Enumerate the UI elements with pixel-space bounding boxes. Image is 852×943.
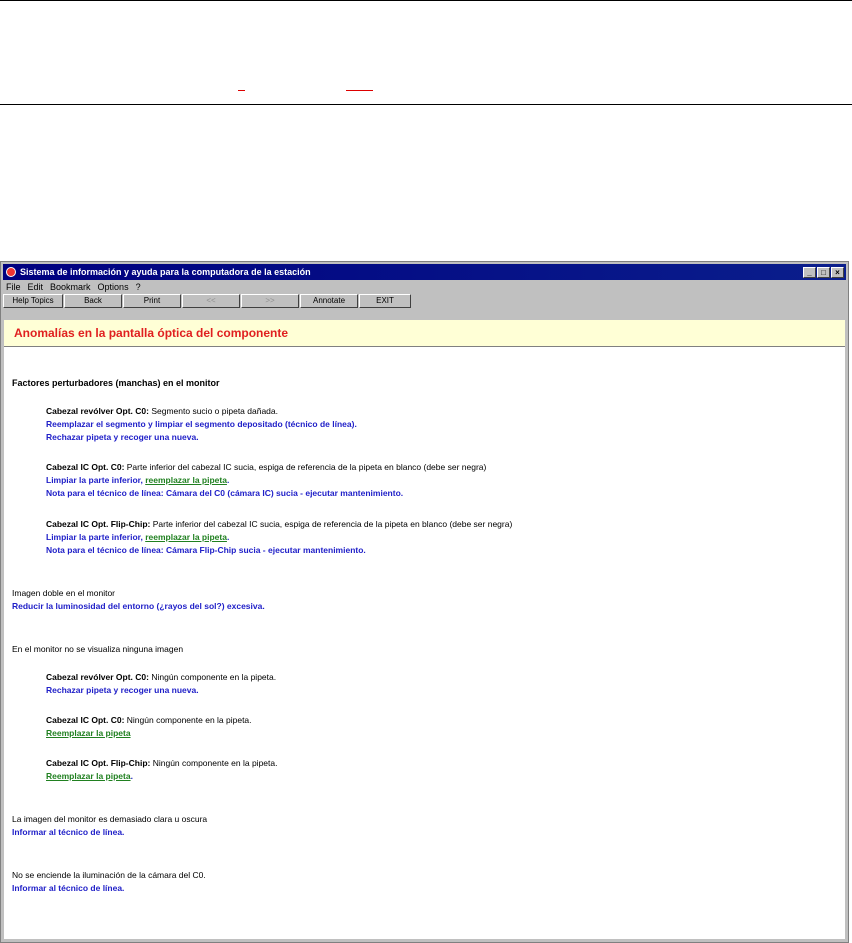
entry-text: Cabezal revólver Opt. C0: Ningún compone…	[46, 671, 276, 684]
replace-pipette-link[interactable]: reemplazar la pipeta	[145, 532, 227, 542]
entry-text: Cabezal IC Opt. Flip-Chip: Parte inferio…	[46, 518, 512, 531]
close-button[interactable]: ×	[831, 266, 844, 278]
action-text: Informar al técnico de línea.	[12, 883, 125, 893]
app-icon	[6, 267, 16, 277]
action-text: Informar al técnico de línea.	[12, 827, 125, 837]
entry-description: Parte inferior del cabezal IC sucia, esp…	[124, 462, 487, 472]
document-header-rule	[0, 104, 852, 105]
menu-bookmark[interactable]: Bookmark	[50, 282, 91, 292]
annotate-button[interactable]: Annotate	[300, 294, 358, 308]
section-heading: No se enciende la iluminación de la cáma…	[12, 870, 206, 880]
entry-label: Cabezal IC Opt. C0:	[46, 715, 125, 725]
help-content: Factores perturbadores (manchas) en el m…	[4, 347, 845, 939]
maximize-button[interactable]: □	[817, 266, 830, 278]
previous-button[interactable]: <<	[182, 294, 240, 308]
entry-text: Cabezal IC Opt. C0: Parte inferior del c…	[46, 461, 486, 474]
next-button[interactable]: >>	[241, 294, 299, 308]
entry-description: Parte inferior del cabezal IC sucia, esp…	[150, 519, 513, 529]
action-suffix: .	[226, 475, 230, 485]
exit-button[interactable]: EXIT	[359, 294, 411, 308]
action-text: Rechazar pipeta y recoger una nueva.	[46, 685, 199, 695]
action-prefix: Limpiar la parte inferior,	[46, 475, 146, 485]
action-text: Nota para el técnico de línea: Cámara de…	[46, 488, 404, 498]
action-prefix: Limpiar la parte inferior,	[46, 532, 146, 542]
topic-banner: Anomalías en la pantalla óptica del comp…	[4, 320, 845, 347]
help-topics-button[interactable]: Help Topics	[3, 294, 63, 308]
page-title: Anomalías en la pantalla óptica del comp…	[14, 326, 289, 340]
entry-description: Ningún componente en la pipeta.	[124, 715, 252, 725]
entry-label: Cabezal IC Opt. Flip-Chip:	[46, 758, 151, 768]
print-button[interactable]: Print	[123, 294, 181, 308]
menu-file[interactable]: File	[6, 282, 21, 292]
action-text: Limpiar la parte inferior, reemplazar la…	[46, 531, 229, 544]
red-footnote-mark	[346, 90, 373, 91]
window-title: Sistema de información y ayuda para la c…	[20, 267, 311, 277]
entry-label: Cabezal revólver Opt. C0:	[46, 406, 149, 416]
entry-text: Cabezal revólver Opt. C0: Segmento sucio…	[46, 405, 278, 418]
red-footnote-mark	[238, 90, 245, 91]
action-text: Rechazar pipeta y recoger una nueva.	[46, 432, 199, 442]
replace-pipette-link[interactable]: Reemplazar la pipeta	[46, 728, 131, 738]
menu-options[interactable]: Options	[98, 282, 129, 292]
section-heading: Factores perturbadores (manchas) en el m…	[12, 378, 220, 388]
action-suffix: .	[130, 771, 133, 781]
section-heading: Imagen doble en el monitor	[12, 588, 116, 598]
entry-description: Ningún componente en la pipeta.	[150, 758, 278, 768]
entry-label: Cabezal IC Opt. Flip-Chip:	[46, 519, 151, 529]
help-window: Sistema de información y ayuda para la c…	[0, 261, 849, 943]
entry-label: Cabezal IC Opt. C0:	[46, 462, 125, 472]
section-heading: La imagen del monitor es demasiado clara…	[12, 814, 208, 824]
action-text: Reemplazar el segmento y limpiar el segm…	[46, 419, 357, 429]
toolbar: Help Topics Back Print << >> Annotate EX…	[3, 294, 846, 308]
action-text: Reducir la luminosidad del entorno (¿ray…	[12, 601, 265, 611]
menu-bar: File Edit Bookmark Options ?	[3, 281, 846, 293]
entry-text: Cabezal IC Opt. Flip-Chip: Ningún compon…	[46, 757, 277, 770]
minimize-button[interactable]: _	[803, 266, 816, 278]
section-heading: En el monitor no se visualiza ninguna im…	[12, 644, 184, 654]
action-text: Limpiar la parte inferior, reemplazar la…	[46, 474, 229, 487]
entry-description: Ningún componente en la pipeta.	[148, 672, 277, 682]
replace-pipette-link[interactable]: Reemplazar la pipeta	[46, 771, 131, 781]
action-text: Reemplazar la pipeta.	[46, 770, 133, 783]
menu-edit[interactable]: Edit	[28, 282, 44, 292]
entry-label: Cabezal revólver Opt. C0:	[46, 672, 149, 682]
action-text: Nota para el técnico de línea: Cámara Fl…	[46, 545, 366, 555]
entry-description: Segmento sucio o pipeta dañada.	[148, 406, 278, 416]
action-suffix: .	[226, 532, 230, 542]
title-bar[interactable]: Sistema de información y ayuda para la c…	[3, 264, 846, 280]
document-top-rule	[0, 0, 852, 1]
replace-pipette-link[interactable]: reemplazar la pipeta	[145, 475, 227, 485]
back-button[interactable]: Back	[64, 294, 122, 308]
action-text: Reemplazar la pipeta	[46, 727, 131, 740]
menu-help[interactable]: ?	[136, 282, 141, 292]
entry-text: Cabezal IC Opt. C0: Ningún componente en…	[46, 714, 252, 727]
